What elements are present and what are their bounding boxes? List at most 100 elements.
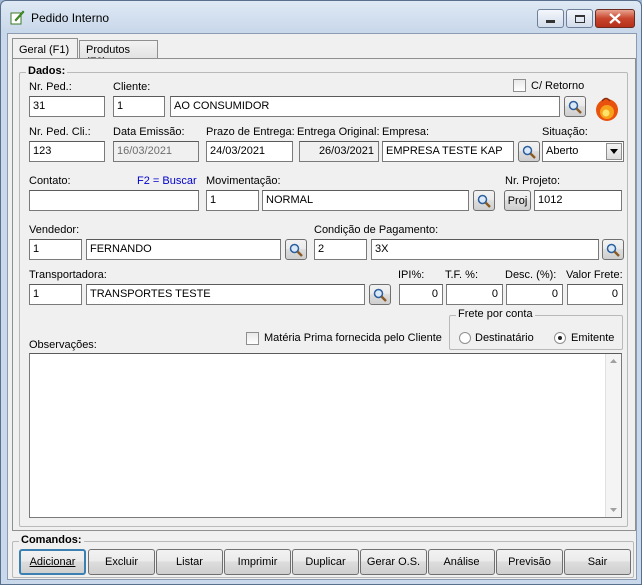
materia-prima-checkbox[interactable] — [246, 332, 259, 345]
app-icon — [10, 10, 25, 25]
tf-input[interactable]: 0 — [446, 284, 503, 305]
valor-frete-input[interactable]: 0 — [567, 284, 623, 305]
comandos-group-label: Comandos: — [19, 534, 84, 546]
nr-ped-cli-input[interactable]: 123 — [29, 141, 105, 162]
movimentacao-code-input[interactable]: 1 — [206, 190, 259, 211]
vendedor-name-input[interactable]: FERNANDO — [86, 239, 281, 260]
search-icon — [289, 243, 303, 257]
transportadora-search-button[interactable] — [369, 284, 391, 305]
observacoes-label: Observações: — [29, 339, 97, 351]
minimize-icon — [546, 20, 555, 23]
maximize-button[interactable] — [566, 9, 593, 28]
sair-button[interactable]: Sair — [564, 549, 631, 575]
search-icon — [606, 243, 620, 257]
condicao-pagamento-name-input[interactable]: 3X — [371, 239, 599, 260]
tab-geral[interactable]: Geral (F1) — [12, 38, 78, 58]
prazo-entrega-input[interactable]: 24/03/2021 — [206, 141, 293, 162]
contato-input[interactable] — [29, 190, 199, 211]
adicionar-label: Adicionar — [29, 556, 76, 568]
window-title: Pedido Interno — [31, 11, 110, 25]
contato-label: Contato: — [29, 175, 71, 187]
analise-button[interactable]: Análise — [428, 549, 495, 575]
chevron-down-icon[interactable] — [606, 143, 622, 160]
nr-projeto-input[interactable]: 1012 — [534, 190, 622, 211]
entrega-original-label: Entrega Original: — [297, 126, 380, 138]
search-icon — [522, 145, 536, 159]
transportadora-code-input[interactable]: 1 — [29, 284, 82, 305]
nr-ped-label: Nr. Ped.: — [29, 81, 72, 93]
cliente-search-button[interactable] — [564, 96, 586, 117]
analise-label: Análise — [443, 556, 480, 568]
condicao-pagamento-code-input[interactable]: 2 — [314, 239, 367, 260]
adicionar-button[interactable]: Adicionar — [19, 549, 86, 575]
nr-ped-cli-label: Nr. Ped. Cli.: — [29, 126, 91, 138]
minimize-button[interactable] — [537, 9, 564, 28]
transportadora-label: Transportadora: — [29, 269, 107, 281]
window: Pedido Interno Geral (F1) Produtos (F2) … — [0, 0, 642, 585]
excluir-label: Excluir — [104, 556, 138, 568]
observacoes-textarea[interactable] — [29, 353, 622, 518]
maximize-icon — [574, 14, 585, 23]
desc-input[interactable]: 0 — [506, 284, 563, 305]
cliente-code-input[interactable]: 1 — [113, 96, 165, 117]
gerar-os-button[interactable]: Gerar O.S. — [360, 549, 427, 575]
nr-projeto-label: Nr. Projeto: — [505, 175, 561, 187]
nr-ped-input[interactable]: 31 — [29, 96, 105, 117]
previsao-label: Previsão — [508, 556, 551, 568]
cliente-name-input[interactable]: AO CONSUMIDOR — [170, 96, 560, 117]
data-emissao-label: Data Emissão: — [113, 126, 185, 138]
excluir-button[interactable]: Excluir — [88, 549, 155, 575]
listar-button[interactable]: Listar — [156, 549, 223, 575]
movimentacao-name-input[interactable]: NORMAL — [262, 190, 469, 211]
duplicar-button[interactable]: Duplicar — [292, 549, 359, 575]
tab-panel-geral: Dados: Nr. Ped.: 31 Cliente: 1 AO CONSUM… — [12, 58, 636, 531]
empresa-input[interactable]: EMPRESA TESTE KAP — [382, 141, 514, 162]
imprimir-label: Imprimir — [237, 556, 278, 568]
emitente-radio[interactable] — [554, 332, 566, 344]
emitente-label: Emitente — [571, 332, 615, 344]
situacao-label: Situação: — [542, 126, 588, 138]
tab-geral-label: Geral (F1) — [19, 44, 70, 56]
duplicar-label: Duplicar — [305, 556, 346, 568]
destinatario-label: Destinatário — [475, 332, 534, 344]
search-icon — [477, 194, 491, 208]
entrega-original-input: 26/03/2021 — [299, 141, 379, 162]
fire-icon[interactable] — [593, 95, 621, 123]
observacoes-scrollbar[interactable] — [605, 354, 621, 517]
situacao-value: Aberto — [546, 145, 579, 157]
frete-por-conta-label: Frete por conta — [456, 308, 535, 320]
empresa-label: Empresa: — [382, 126, 430, 138]
contato-hint: F2 = Buscar — [137, 175, 197, 187]
condicao-pagamento-search-button[interactable] — [602, 239, 624, 260]
previsao-button[interactable]: Previsão — [496, 549, 563, 575]
desc-label: Desc. (%): — [505, 269, 557, 281]
tab-produtos[interactable]: Produtos (F2) — [79, 40, 158, 68]
transportadora-name-input[interactable]: TRANSPORTES TESTE — [86, 284, 365, 305]
dados-group-label: Dados: — [26, 65, 68, 77]
c-retorno-label: C/ Retorno — [531, 80, 585, 92]
tf-label: T.F. %: — [445, 269, 479, 281]
vendedor-label: Vendedor: — [29, 224, 80, 236]
movimentacao-search-button[interactable] — [473, 190, 495, 211]
destinatario-radio[interactable] — [459, 332, 471, 344]
c-retorno-checkbox[interactable] — [513, 79, 526, 92]
prazo-entrega-label: Prazo de Entrega: — [206, 126, 295, 138]
ipi-input[interactable]: 0 — [399, 284, 443, 305]
gerar-os-label: Gerar O.S. — [366, 556, 421, 568]
imprimir-button[interactable]: Imprimir — [224, 549, 291, 575]
ipi-label: IPI%: — [398, 269, 425, 281]
empresa-search-button[interactable] — [518, 141, 540, 162]
title-bar[interactable]: Pedido Interno — [1, 1, 641, 33]
scroll-down-icon[interactable] — [610, 508, 617, 512]
close-button[interactable] — [595, 9, 635, 28]
vendedor-search-button[interactable] — [285, 239, 307, 260]
proj-button[interactable]: Proj — [504, 190, 531, 211]
situacao-select[interactable]: Aberto — [542, 141, 624, 162]
cliente-label: Cliente: — [113, 81, 151, 93]
vendedor-code-input[interactable]: 1 — [29, 239, 82, 260]
scroll-up-icon[interactable] — [610, 359, 617, 363]
movimentacao-label: Movimentação: — [206, 175, 281, 187]
materia-prima-label: Matéria Prima fornecida pelo Cliente — [264, 332, 442, 344]
valor-frete-label: Valor Frete: — [566, 269, 623, 281]
close-icon — [609, 13, 621, 24]
